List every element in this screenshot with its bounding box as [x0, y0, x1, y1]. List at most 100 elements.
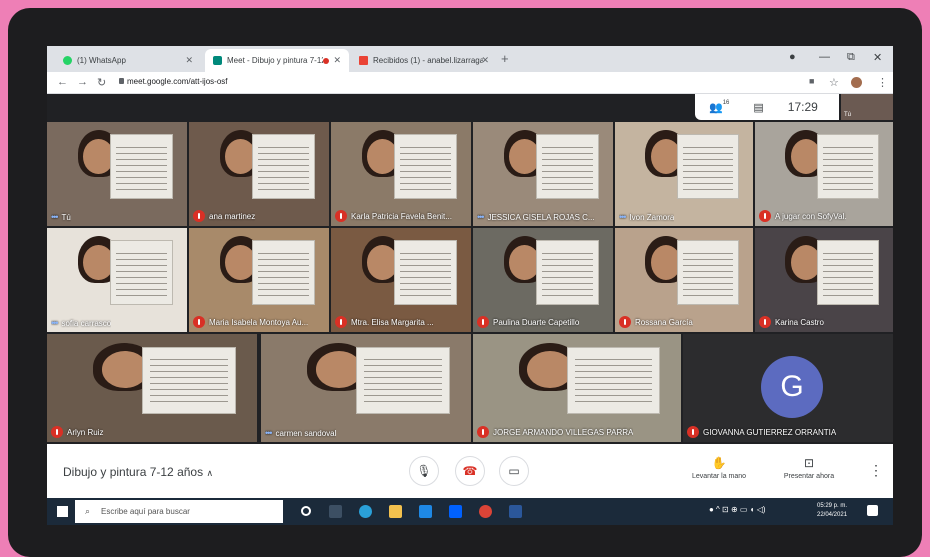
close-icon[interactable]: ✕: [481, 55, 489, 66]
task-view-icon[interactable]: [329, 505, 342, 518]
participant-tile[interactable]: A jugar con SofyVal.: [755, 122, 893, 226]
participant-label: GIOVANNA GUTIERREZ ORRANTIA: [687, 426, 836, 438]
audio-level-icon: •••: [265, 428, 273, 438]
participant-label: Maria Isabela Montoya Au...: [193, 316, 308, 328]
notification-icon[interactable]: [867, 505, 878, 516]
windows-taskbar: ⌕ Escribe aquí para buscar ● ^ ⊡ ⊕ ▭ ◖ ◁…: [47, 498, 893, 525]
participant-tile[interactable]: ••• Tú: [47, 122, 187, 226]
bottom-bar: Dibujo y pintura 7-12 años ∧ 🎙 ☎ ▭ ✋ Lev…: [47, 444, 893, 498]
participant-tile[interactable]: Maria Isabela Montoya Au...: [189, 228, 329, 332]
participant-tile[interactable]: Karla Patricia Favela Benit...: [331, 122, 471, 226]
close-icon[interactable]: ✕: [185, 55, 193, 66]
meeting-stage: 👥 16 ▤ 17:29 Tú ••• Tú ana martinez Karla P…: [47, 94, 893, 444]
meeting-title[interactable]: Dibujo y pintura 7-12 años ∧: [63, 465, 213, 479]
taskbar-search[interactable]: ⌕ Escribe aquí para buscar: [75, 500, 283, 523]
forward-icon[interactable]: →: [77, 76, 88, 88]
avatar[interactable]: [851, 77, 862, 88]
address-bar: ← → ↻ meet.google.com/att-ijos-osf ■ ☆ ⋮: [47, 72, 893, 94]
participant-tile[interactable]: Rossana García: [615, 228, 753, 332]
windows-start-icon[interactable]: [57, 506, 68, 517]
tab-gmail[interactable]: Recibidos (1) - anabel.lizarraga2 ✕: [351, 49, 497, 72]
chat-icon[interactable]: ▤: [753, 101, 763, 114]
mic-off-icon: [193, 210, 205, 222]
mail-icon[interactable]: [419, 505, 432, 518]
hang-up-button[interactable]: ☎: [455, 456, 485, 486]
microphone-button[interactable]: 🎙: [409, 456, 439, 486]
avatar: G: [761, 356, 823, 418]
participant-label: Mtra. Elisa Margarita ...: [335, 316, 434, 328]
menu-icon[interactable]: ⋮: [877, 76, 888, 89]
participant-label: ••• Ivon Zamora: [619, 212, 674, 222]
participant-tile[interactable]: ana martinez: [189, 122, 329, 226]
participant-tile[interactable]: G GIOVANNA GUTIERREZ ORRANTIA: [683, 334, 893, 442]
participant-tile[interactable]: ••• JESSICA GISELA ROJAS C...: [473, 122, 613, 226]
word-icon[interactable]: [509, 505, 522, 518]
mic-off-icon: [193, 316, 205, 328]
microphone-icon: 🎙: [416, 464, 432, 478]
chrome-icon[interactable]: [479, 505, 492, 518]
mic-off-icon: [759, 316, 771, 328]
file-explorer-icon[interactable]: [389, 505, 402, 518]
chevron-up-icon: ∧: [206, 468, 214, 478]
search-placeholder: Escribe aquí para buscar: [101, 507, 190, 516]
camera-button[interactable]: ▭: [499, 456, 529, 486]
tab-meet[interactable]: Meet - Dibujo y pintura 7-12 ✕: [205, 49, 349, 72]
participant-label: ••• JESSICA GISELA ROJAS C...: [477, 212, 595, 222]
star-icon[interactable]: ☆: [829, 76, 839, 89]
participant-label: Karla Patricia Favela Benit...: [335, 210, 452, 222]
participant-tile[interactable]: Karina Castro: [755, 228, 893, 332]
participant-label: ••• carmen sandoval: [265, 428, 336, 438]
participant-tile[interactable]: Mtra. Elisa Margarita ...: [331, 228, 471, 332]
people-icon[interactable]: 👥: [709, 101, 723, 114]
participant-label: JORGE ARMANDO VILLEGAS PARRA: [477, 426, 633, 438]
meeting-time: 17:29: [787, 100, 818, 114]
self-thumbnail[interactable]: Tú: [841, 94, 893, 120]
mic-off-icon: [335, 316, 347, 328]
maximize-icon[interactable]: ⧉: [847, 51, 855, 64]
participant-name: Mtra. Elisa Margarita ...: [351, 317, 434, 327]
meeting-title-text: Dibujo y pintura 7-12 años: [63, 465, 204, 479]
drawing-sheet: [110, 134, 173, 199]
top-panel: 👥 16 ▤ 17:29: [695, 94, 839, 120]
edge-icon[interactable]: [359, 505, 372, 518]
participant-name: Tú: [61, 212, 71, 222]
camera-icon[interactable]: ■: [809, 76, 814, 86]
participant-tile[interactable]: Paulina Duarte Capetillo: [473, 228, 613, 332]
participant-name: ana martinez: [209, 211, 256, 221]
participant-tile[interactable]: Arlyn Ruiz: [47, 334, 257, 442]
dropbox-icon[interactable]: [449, 505, 462, 518]
participant-tile[interactable]: JORGE ARMANDO VILLEGAS PARRA: [473, 334, 681, 442]
taskbar-clock[interactable]: 05:29 p. m. 22/04/2021: [817, 502, 847, 520]
new-tab-icon[interactable]: +: [501, 51, 509, 66]
profile-icon[interactable]: ●: [789, 51, 796, 63]
participant-label: ••• sofia carrasco: [51, 318, 111, 328]
participant-tile[interactable]: ••• Ivon Zamora: [615, 122, 753, 226]
participants-count: 16: [722, 100, 730, 106]
drawing-sheet: [394, 240, 457, 305]
close-window-icon[interactable]: ✕: [873, 51, 882, 64]
participant-tile[interactable]: ••• carmen sandoval: [261, 334, 471, 442]
participant-name: Arlyn Ruiz: [67, 427, 104, 437]
url-field[interactable]: meet.google.com/att-ijos-osf: [127, 77, 228, 86]
present-button[interactable]: ⊡ Presentar ahora: [773, 456, 845, 480]
audio-level-icon: •••: [477, 212, 485, 222]
back-icon[interactable]: ←: [57, 76, 68, 88]
minimize-icon[interactable]: —: [819, 51, 830, 63]
participant-tile[interactable]: ••• sofia carrasco: [47, 228, 187, 332]
tab-whatsapp[interactable]: (1) WhatsApp ✕: [55, 49, 201, 72]
participant-name: Paulina Duarte Capetillo: [493, 317, 580, 327]
participant-label: Karina Castro: [759, 316, 824, 328]
participant-name: carmen sandoval: [275, 428, 337, 438]
tab-label: Recibidos (1) - anabel.lizarraga2: [373, 56, 483, 65]
drawing-sheet: [677, 240, 740, 305]
raise-hand-button[interactable]: ✋ Levantar la mano: [683, 456, 755, 480]
drawing-sheet: [566, 346, 661, 414]
close-icon[interactable]: ✕: [333, 55, 341, 66]
reload-icon[interactable]: ↻: [97, 76, 106, 89]
cortana-icon[interactable]: [301, 506, 311, 516]
more-options-icon[interactable]: ⋮: [869, 462, 883, 479]
search-icon: ⌕: [85, 506, 91, 516]
phone-hangup-icon: ☎: [462, 464, 478, 478]
drawing-sheet: [817, 240, 880, 305]
system-tray-icons[interactable]: ● ^ ⊡ ⊕ ▭ ◖ ◁): [709, 505, 766, 514]
